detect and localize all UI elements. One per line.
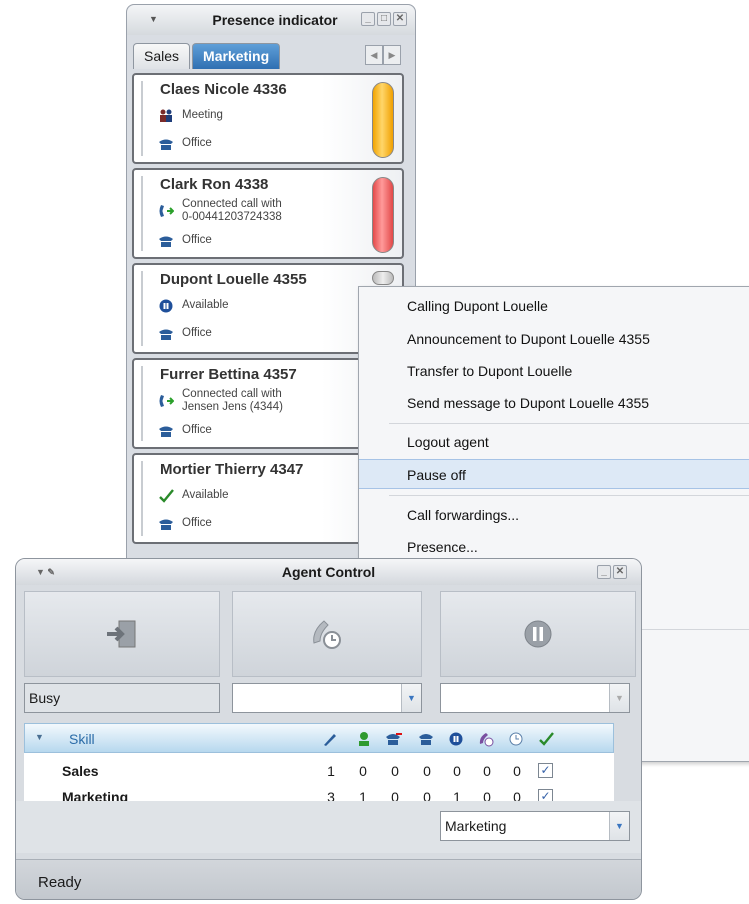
chevron-down-icon[interactable]: ▼	[609, 812, 629, 840]
menu-item-send-message[interactable]: Send message to Dupont Louelle 4355	[359, 388, 749, 418]
pause-icon	[524, 620, 552, 648]
group-combo-value: Marketing	[445, 818, 507, 834]
office-phone-icon	[158, 327, 174, 341]
checkmark-icon	[537, 730, 555, 748]
contact-location: Office	[182, 234, 212, 246]
skill-count: 0	[391, 763, 399, 779]
office-phone-icon	[417, 730, 435, 748]
status-text: Ready	[38, 874, 82, 891]
office-phone-icon	[158, 424, 174, 438]
close-button[interactable]: ✕	[613, 565, 627, 579]
skill-table-header[interactable]: ▼ Skill	[24, 723, 614, 753]
presence-titlebar[interactable]: ▼ Presence indicator _ □ ✕	[127, 5, 415, 35]
group-combo[interactable]: Marketing ▼	[440, 811, 630, 841]
pause-button[interactable]	[440, 591, 636, 677]
office-phone-icon	[158, 137, 174, 151]
collapse-icon[interactable]: ▼	[149, 14, 158, 24]
tab-scroll: ◀ ▶	[365, 45, 401, 65]
forward-call-icon	[385, 730, 403, 748]
skill-count: 0	[423, 763, 431, 779]
login-button[interactable]	[24, 591, 220, 677]
contact-location: Office	[182, 137, 212, 149]
chevron-down-icon: ▼	[609, 684, 629, 712]
checkmark-icon	[158, 489, 174, 503]
contact-location: Office	[182, 517, 212, 529]
tab-marketing[interactable]: Marketing	[192, 43, 281, 69]
pause-reason-combo: ▼	[440, 683, 630, 713]
tab-scroll-left-icon[interactable]: ◀	[365, 45, 383, 65]
menu-item-transfer[interactable]: Transfer to Dupont Louelle	[359, 356, 749, 386]
skill-count: 1	[327, 763, 335, 779]
agent-status-combo[interactable]: Busy	[24, 683, 220, 713]
connected-call-icon	[158, 204, 174, 218]
call-number: 0-00441203724338	[182, 211, 282, 223]
contact-status: Available	[182, 489, 229, 501]
clock-icon	[507, 730, 525, 748]
phone-clock-icon	[313, 620, 341, 649]
maximize-button[interactable]: □	[377, 12, 391, 26]
contact-name: Clark Ron 4338	[160, 176, 269, 193]
agent-control-titlebar[interactable]: ▼ ✎ Agent Control _ ✕	[16, 559, 641, 585]
contact-name: Mortier Thierry 4347	[160, 461, 304, 478]
contact-location: Office	[182, 327, 212, 339]
contact-name: Dupont Louelle 4355	[160, 271, 307, 288]
office-phone-icon	[158, 517, 174, 531]
menu-item-announcement[interactable]: Announcement to Dupont Louelle 4355	[359, 324, 749, 354]
skill-checkbox[interactable]: ✓	[538, 763, 553, 778]
status-bar: Ready	[16, 859, 641, 899]
agent-control-window: ▼ ✎ Agent Control _ ✕ Busy ▼ ▼ ▼ Skill S…	[15, 558, 642, 900]
menu-item-pause-off[interactable]: Pause off	[359, 459, 749, 489]
minimize-button[interactable]: _	[597, 565, 611, 579]
expand-icon[interactable]: ▼	[35, 732, 44, 742]
minimize-button[interactable]: _	[361, 12, 375, 26]
window-title: Agent Control	[281, 564, 376, 580]
agent-status-value: Busy	[29, 690, 61, 706]
menu-item-call-forwardings[interactable]: Call forwardings...	[359, 500, 749, 530]
contact-status: Available	[182, 299, 229, 311]
collapse-icon[interactable]: ▼ ✎	[36, 559, 55, 585]
skill-count: 0	[453, 763, 461, 779]
contact-status: Meeting	[182, 109, 223, 121]
agent-icon	[355, 730, 373, 748]
contact-card[interactable]: Claes Nicole 4336 Meeting Office	[132, 73, 404, 164]
window-title: Presence indicator	[212, 12, 338, 28]
call-status-line: Connected call with	[182, 388, 282, 400]
presence-indicator-pill	[372, 82, 394, 158]
pen-icon	[321, 730, 339, 748]
contact-card[interactable]: Clark Ron 4338 Connected call with 0-004…	[132, 168, 404, 259]
contact-location: Office	[182, 424, 212, 436]
menu-item-call[interactable]: Calling Dupont Louelle	[359, 291, 749, 321]
close-button[interactable]: ✕	[393, 12, 407, 26]
reason-combo[interactable]: ▼	[232, 683, 422, 713]
call-status-line: Connected call with	[182, 198, 282, 210]
contact-name: Furrer Bettina 4357	[160, 366, 297, 383]
chevron-down-icon[interactable]: ▼	[401, 684, 421, 712]
menu-separator	[389, 423, 749, 424]
skill-name: Sales	[62, 763, 99, 779]
connected-call-icon	[158, 394, 174, 408]
skill-count: 0	[483, 763, 491, 779]
tab-scroll-right-icon[interactable]: ▶	[383, 45, 401, 65]
wrap-up-button[interactable]	[232, 591, 422, 677]
office-phone-icon	[158, 234, 174, 248]
presence-indicator-pill	[372, 177, 394, 253]
skill-column-header: Skill	[69, 731, 95, 747]
call-partner: Jensen Jens (4344)	[182, 401, 284, 413]
login-icon	[107, 620, 136, 648]
table-row[interactable]: Sales 1 0 0 0 0 0 0 ✓	[24, 759, 614, 785]
group-tabs: Sales Marketing	[133, 43, 282, 69]
available-icon	[158, 299, 174, 313]
menu-item-logout-agent[interactable]: Logout agent	[359, 427, 749, 457]
tab-sales[interactable]: Sales	[133, 43, 191, 69]
meeting-icon	[158, 109, 174, 123]
pause-icon	[447, 730, 465, 748]
wrap-up-icon	[477, 730, 495, 748]
skill-count: 0	[359, 763, 367, 779]
skill-count: 0	[513, 763, 521, 779]
presence-indicator-pill	[372, 271, 394, 285]
menu-separator	[389, 495, 749, 496]
contact-name: Claes Nicole 4336	[160, 81, 287, 98]
